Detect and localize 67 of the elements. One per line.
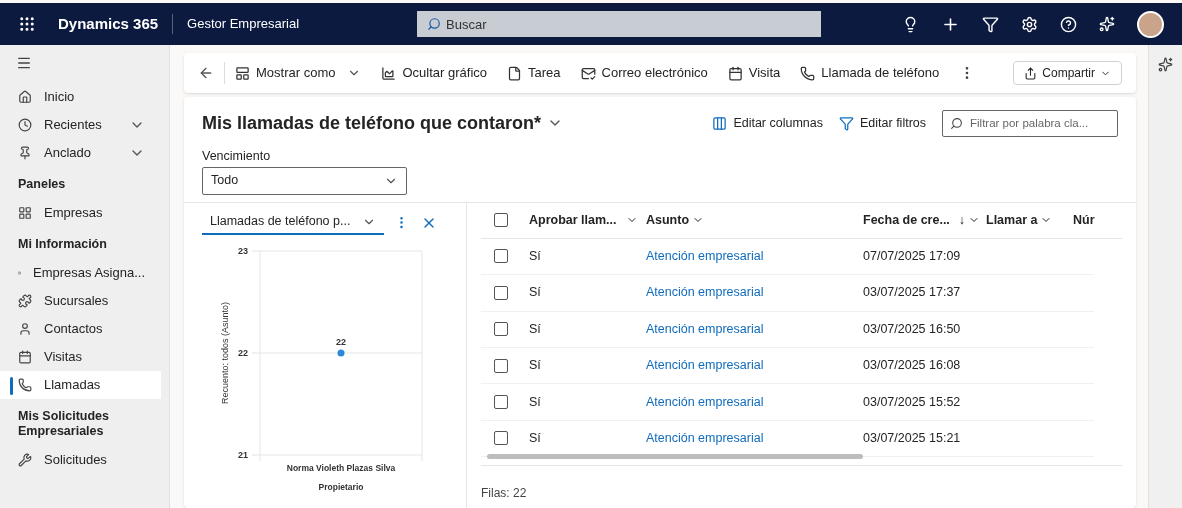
subject-link[interactable]: Atención empresarial (646, 285, 764, 300)
view-action-button[interactable]: Editar filtros (839, 113, 926, 133)
app-area-title: Gestor Empresarial (187, 15, 300, 34)
subject-link[interactable]: Atención empresarial (646, 431, 764, 445)
share-button[interactable]: Compartir (1013, 61, 1122, 85)
command-button[interactable]: Mostrar como (235, 63, 362, 83)
y-tick-label: 21 (238, 449, 248, 460)
sidebar-item[interactable]: Sucursales (0, 287, 161, 315)
command-button[interactable]: Ocultar gráfico (381, 63, 487, 83)
grid-row[interactable]: Sí Atención empresarial 03/07/2025 15:52 (481, 384, 1094, 421)
table-cell: 03/07/2025 16:08 (863, 358, 961, 373)
command-button[interactable]: Llamada de teléfono (800, 63, 940, 83)
keyword-filter-field[interactable]: Filtrar por palabra cla... (942, 109, 1118, 137)
sort-arrow: ↓ (958, 211, 966, 229)
sidebar-section-header: Paneles (17, 176, 67, 193)
command-button[interactable]: Visita (727, 63, 781, 83)
table-cell: Sí (529, 249, 541, 264)
column-header[interactable]: Llamar a (986, 210, 1073, 230)
grid-row[interactable]: Sí Atención empresarial 03/07/2025 17:37 (481, 275, 1094, 312)
table-cell: 07/07/2025 17:09 (863, 249, 961, 264)
x-axis-title: Propietario (318, 481, 364, 492)
table-cell: Sí (529, 394, 541, 409)
table-cell: 03/07/2025 15:21 (863, 431, 961, 445)
sidebar-item[interactable]: Anclado (0, 139, 161, 167)
table-cell: Sí (529, 431, 541, 445)
table-cell: 03/07/2025 16:50 (863, 321, 961, 336)
table-cell: Sí (529, 358, 541, 373)
column-header[interactable]: Asunto (646, 210, 863, 230)
column-header[interactable]: Núr (1073, 210, 1122, 230)
command-button[interactable]: Tarea (507, 63, 561, 83)
sidebar-item[interactable]: Recientes (0, 111, 161, 139)
search-field[interactable]: Buscar (417, 11, 822, 37)
sidebar-item[interactable]: Inicio (0, 83, 161, 111)
sidebar-item[interactable]: Visitas (0, 343, 161, 371)
sidebar-section-header: Mi Información (17, 236, 108, 253)
y-tick-label: 22 (238, 347, 248, 358)
grid-row[interactable]: Sí Atención empresarial 03/07/2025 16:08 (481, 347, 1094, 385)
grid-row[interactable]: Sí Atención empresarial 03/07/2025 16:50 (481, 311, 1094, 348)
y-tick-label: 23 (238, 245, 248, 256)
app-name[interactable]: Dynamics 365 (58, 12, 159, 36)
x-category-label: Norma Violeth Plazas Silva (286, 462, 396, 473)
sidebar-item[interactable]: Empresas (0, 199, 161, 227)
view-action-button[interactable]: Editar columnas (712, 113, 823, 133)
table-cell: 03/07/2025 17:37 (863, 285, 961, 300)
sidebar-item[interactable]: Contactos (0, 315, 161, 343)
sidebar-item[interactable]: Solicitudes (0, 446, 161, 474)
chart-selector[interactable]: Llamadas de teléfono p... (202, 210, 384, 235)
grid-row[interactable]: Sí Atención empresarial 07/07/2025 17:09 (481, 238, 1094, 276)
table-cell: Sí (529, 321, 541, 336)
sidebar-item[interactable]: Empresas Asigna... (0, 259, 161, 287)
sidebar-item[interactable]: Llamadas (0, 371, 161, 399)
command-button[interactable]: Correo electrónico (580, 63, 708, 83)
table-cell: 03/07/2025 15:52 (863, 394, 961, 409)
filter-label: Vencimiento (202, 148, 272, 165)
data-label: 22 (336, 336, 346, 347)
table-cell: Sí (529, 285, 541, 300)
subject-link[interactable]: Atención empresarial (646, 358, 764, 373)
row-count: Filas: 22 (481, 486, 527, 501)
sidebar-section-header: Mis Solicitudes Empresariales (17, 408, 110, 440)
subject-link[interactable]: Atención empresarial (646, 321, 764, 336)
subject-link[interactable]: Atención empresarial (646, 394, 764, 409)
due-dropdown[interactable]: Todo (202, 166, 407, 195)
column-header[interactable]: Aprobar llam... (529, 210, 646, 230)
y-axis-title: Recuento: todos (Asunto) (220, 301, 230, 404)
view-title[interactable]: Mis llamadas de teléfono que contaron* (202, 109, 542, 137)
subject-link[interactable]: Atención empresarial (646, 249, 764, 264)
column-header[interactable]: Fecha de cre... ↓ (863, 210, 986, 230)
